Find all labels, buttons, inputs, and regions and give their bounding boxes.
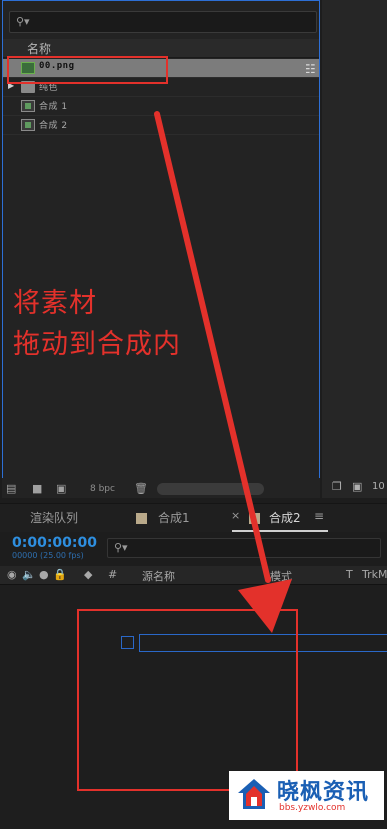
drag-arrow-head: [238, 579, 292, 633]
house-logo-icon: [238, 779, 270, 809]
watermark-title: 晓枫资讯: [277, 780, 370, 805]
drag-arrow-shaft: [154, 111, 271, 583]
watermark-url: bbs.yzwlo.com: [279, 803, 346, 813]
drag-arrow: [154, 111, 292, 633]
watermark: 晓枫资讯 bbs.yzwlo.com: [229, 771, 384, 820]
